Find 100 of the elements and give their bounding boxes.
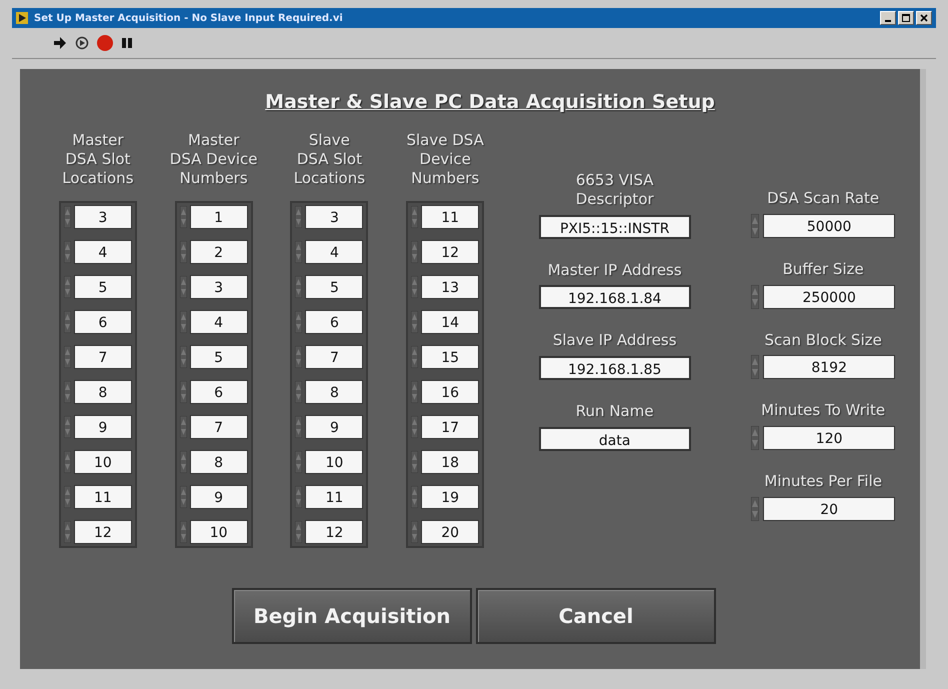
action-button[interactable]: Begin Acquisition (232, 588, 472, 644)
increment-arrows[interactable] (180, 451, 187, 473)
numeric-field[interactable]: 50000 (763, 214, 896, 238)
increment-arrows[interactable] (295, 311, 302, 333)
increment-arrows[interactable] (180, 276, 187, 298)
increment-arrows[interactable] (180, 416, 187, 438)
increment-arrows[interactable] (751, 214, 760, 238)
increment-arrows[interactable] (411, 381, 418, 403)
increment-arrows[interactable] (295, 206, 302, 228)
increment-arrows[interactable] (64, 346, 71, 368)
numeric-field[interactable]: 5 (190, 345, 248, 369)
run-arrow-icon[interactable] (52, 35, 68, 51)
increment-arrows[interactable] (411, 486, 418, 508)
numeric-field[interactable]: 8192 (763, 355, 896, 380)
numeric-field[interactable]: 120 (763, 426, 896, 450)
increment-arrows[interactable] (180, 241, 187, 263)
increment-arrows[interactable] (411, 311, 418, 333)
increment-arrows[interactable] (64, 206, 71, 228)
numeric-field[interactable]: 12 (421, 240, 480, 264)
numeric-field[interactable]: 7 (305, 345, 364, 369)
run-continuously-icon[interactable] (74, 35, 90, 51)
numeric-field[interactable]: 7 (190, 415, 248, 439)
increment-arrows[interactable] (411, 451, 418, 473)
increment-arrows[interactable] (411, 521, 418, 543)
numeric-field[interactable]: 11 (421, 205, 480, 229)
increment-arrows[interactable] (411, 241, 418, 263)
string-field[interactable]: 192.168.1.85 (538, 356, 691, 380)
numeric-field[interactable]: 8 (190, 450, 248, 474)
increment-arrows[interactable] (180, 311, 187, 333)
numeric-field[interactable]: 18 (421, 450, 480, 474)
numeric-field[interactable]: 8 (305, 380, 364, 404)
numeric-field[interactable]: 12 (74, 520, 132, 544)
increment-arrows[interactable] (64, 486, 71, 508)
increment-arrows[interactable] (180, 486, 187, 508)
increment-arrows[interactable] (411, 346, 418, 368)
numeric-field[interactable]: 13 (421, 275, 480, 299)
numeric-field[interactable]: 7 (74, 345, 132, 369)
increment-arrows[interactable] (295, 276, 302, 298)
string-field[interactable]: PXI5::15::INSTR (538, 214, 691, 238)
numeric-field[interactable]: 20 (421, 520, 480, 544)
numeric-field[interactable]: 20 (763, 496, 896, 521)
numeric-field[interactable]: 16 (421, 380, 480, 404)
numeric-field[interactable]: 11 (74, 485, 132, 509)
numeric-field[interactable]: 4 (190, 310, 248, 334)
increment-arrows[interactable] (295, 381, 302, 403)
numeric-field[interactable]: 4 (305, 240, 364, 264)
increment-arrows[interactable] (295, 486, 302, 508)
numeric-field[interactable]: 14 (421, 310, 480, 334)
numeric-field[interactable]: 10 (74, 450, 132, 474)
increment-arrows[interactable] (180, 206, 187, 228)
numeric-field[interactable]: 5 (74, 275, 132, 299)
numeric-field[interactable]: 10 (305, 450, 364, 474)
increment-arrows[interactable] (411, 276, 418, 298)
increment-arrows[interactable] (411, 206, 418, 228)
increment-arrows[interactable] (751, 284, 760, 308)
string-field[interactable]: data (538, 426, 691, 451)
increment-arrows[interactable] (180, 521, 187, 543)
increment-arrows[interactable] (64, 311, 71, 333)
increment-arrows[interactable] (64, 276, 71, 298)
numeric-field[interactable]: 3 (190, 275, 248, 299)
numeric-field[interactable]: 6 (74, 310, 132, 334)
numeric-field[interactable]: 2 (190, 240, 248, 264)
numeric-field[interactable]: 250000 (763, 284, 896, 308)
increment-arrows[interactable] (64, 381, 71, 403)
numeric-field[interactable]: 15 (421, 345, 480, 369)
increment-arrows[interactable] (64, 241, 71, 263)
numeric-field[interactable]: 3 (305, 205, 364, 229)
numeric-field[interactable]: 11 (305, 485, 364, 509)
numeric-field[interactable]: 4 (74, 240, 132, 264)
numeric-field[interactable]: 3 (74, 205, 132, 229)
increment-arrows[interactable] (180, 381, 187, 403)
numeric-field[interactable]: 12 (305, 520, 364, 544)
minimize-button[interactable] (880, 11, 896, 25)
numeric-field[interactable]: 17 (421, 415, 480, 439)
numeric-field[interactable]: 8 (74, 380, 132, 404)
pause-icon[interactable] (120, 36, 134, 50)
increment-arrows[interactable] (295, 521, 302, 543)
action-button[interactable]: Cancel (476, 588, 716, 644)
increment-arrows[interactable] (64, 521, 71, 543)
numeric-field[interactable]: 9 (74, 415, 132, 439)
increment-arrows[interactable] (295, 451, 302, 473)
increment-arrows[interactable] (180, 346, 187, 368)
increment-arrows[interactable] (64, 416, 71, 438)
numeric-field[interactable]: 19 (421, 485, 480, 509)
numeric-field[interactable]: 6 (190, 380, 248, 404)
string-field[interactable]: 192.168.1.84 (538, 285, 691, 310)
increment-arrows[interactable] (751, 355, 760, 380)
increment-arrows[interactable] (295, 346, 302, 368)
increment-arrows[interactable] (411, 416, 418, 438)
increment-arrows[interactable] (751, 496, 760, 521)
numeric-field[interactable]: 9 (190, 485, 248, 509)
numeric-field[interactable]: 9 (305, 415, 364, 439)
numeric-field[interactable]: 6 (305, 310, 364, 334)
abort-icon[interactable] (96, 34, 114, 52)
close-button[interactable] (916, 11, 932, 25)
numeric-field[interactable]: 5 (305, 275, 364, 299)
numeric-field[interactable]: 1 (190, 205, 248, 229)
increment-arrows[interactable] (64, 451, 71, 473)
maximize-button[interactable] (898, 11, 914, 25)
numeric-field[interactable]: 10 (190, 520, 248, 544)
